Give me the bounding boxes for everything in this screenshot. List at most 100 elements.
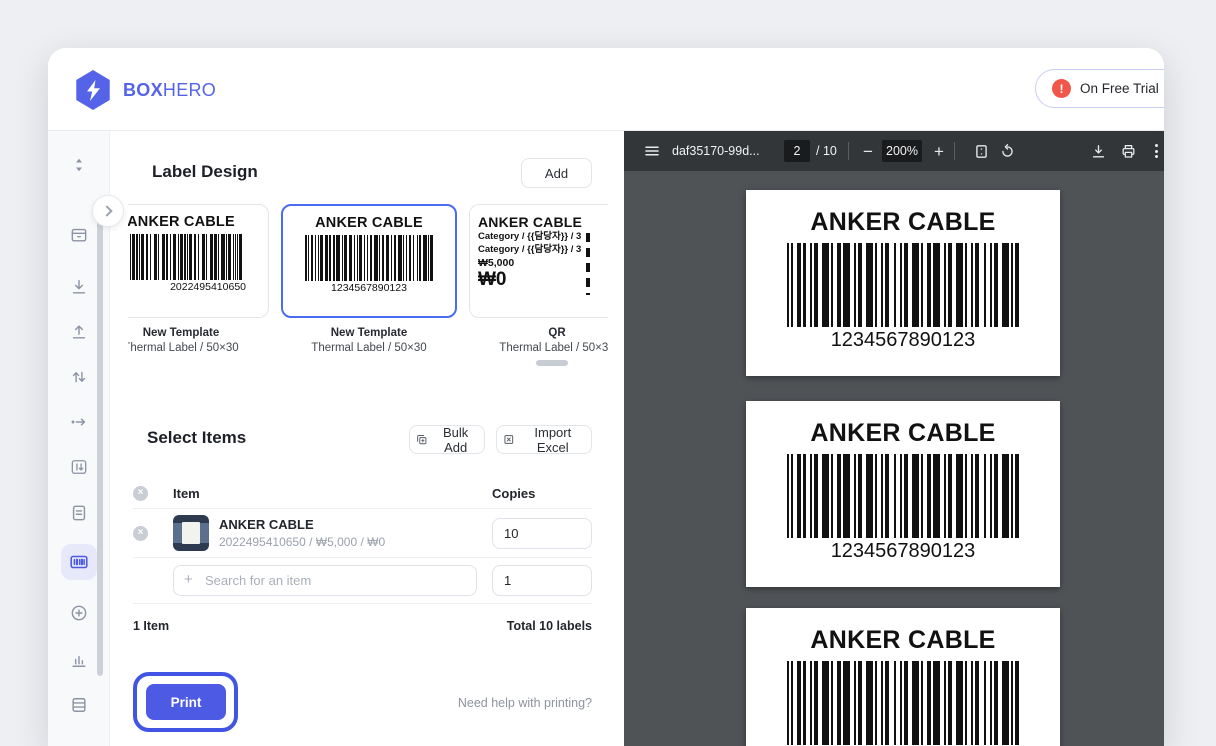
- select-items-title: Select Items: [147, 428, 246, 448]
- items-box-icon[interactable]: [65, 221, 93, 249]
- new-copies-input[interactable]: [492, 565, 592, 596]
- barcode-image: [297, 235, 441, 281]
- panel-scrollbar[interactable]: [97, 200, 103, 676]
- remove-item-icon[interactable]: ×: [133, 526, 148, 541]
- qr-code-fragment: [586, 233, 590, 295]
- barcode-image: [772, 661, 1034, 745]
- add-template-button[interactable]: Add: [521, 158, 592, 188]
- zoom-in-button[interactable]: +: [929, 131, 949, 171]
- template-card[interactable]: ANKER CABLE Category / {{담당자}} / 3 Categ…: [469, 204, 608, 354]
- label-print-panel: Label Design Add ANKER CABLE 20224954106…: [110, 131, 624, 746]
- table-header-row: × Item Copies: [133, 478, 592, 509]
- column-copies: Copies: [492, 486, 592, 501]
- bulk-add-icon: [416, 433, 427, 446]
- summary-row: 1 Item Total 10 labels: [133, 604, 592, 633]
- barcode-image: [128, 234, 254, 280]
- label-page: ANKER CABLE 1234567890123: [746, 608, 1060, 746]
- print-button[interactable]: Print: [146, 684, 226, 720]
- template-title: ANKER CABLE: [291, 215, 447, 231]
- template-card-selected[interactable]: ANKER CABLE 1234567890123 New Template T…: [281, 204, 457, 354]
- template-spec: Thermal Label / 50×30: [128, 342, 269, 354]
- template-name: QR: [469, 327, 608, 339]
- item-details: 2022495410650 / ₩5,000 / ₩0: [219, 535, 385, 549]
- import-excel-button[interactable]: Import Excel: [496, 425, 592, 454]
- download-button[interactable]: [1086, 131, 1110, 171]
- add-item-row: +: [133, 558, 592, 604]
- template-carousel: ANKER CABLE 2022495410650 New Template T…: [128, 204, 608, 364]
- search-plus-icon: +: [184, 572, 193, 588]
- toolbar-separator: [848, 142, 849, 160]
- app-header: BOXHERO ! On Free Trial: [48, 48, 1164, 131]
- zoom-out-button[interactable]: −: [858, 131, 878, 171]
- label-total: Total 10 labels: [507, 619, 592, 633]
- print-pdf-button[interactable]: [1116, 131, 1140, 171]
- barcode-image: [772, 454, 1034, 538]
- pdf-menu-icon[interactable]: [640, 131, 664, 171]
- import-excel-label: Import Excel: [521, 425, 585, 455]
- barcode-number: 1234567890123: [291, 282, 447, 294]
- move-stock-icon[interactable]: [65, 408, 93, 436]
- rotate-button[interactable]: [995, 131, 1019, 171]
- label-title: ANKER CABLE: [746, 626, 1060, 655]
- column-item: Item: [173, 486, 492, 501]
- excel-icon: [503, 433, 515, 446]
- template-spec: Thermal Label / 50×30: [281, 342, 457, 354]
- boxhero-logo-icon: [74, 70, 112, 110]
- trial-label: On Free Trial: [1080, 81, 1159, 96]
- purchase-sales-icon[interactable]: [65, 599, 93, 627]
- label-title: ANKER CABLE: [746, 419, 1060, 448]
- more-options-button[interactable]: [1146, 131, 1164, 171]
- label-design-title: Label Design: [152, 162, 258, 182]
- template-name: New Template: [128, 327, 269, 339]
- data-center-icon[interactable]: [65, 691, 93, 719]
- brand-text: BOXHERO: [123, 80, 216, 101]
- barcode-number: 1234567890123: [746, 329, 1060, 352]
- pdf-preview: daf35170-99d... 2 / 10 − 200% +: [624, 131, 1164, 746]
- label-title: ANKER CABLE: [746, 208, 1060, 237]
- adjust-stock-icon[interactable]: [65, 363, 93, 391]
- pdf-toolbar: daf35170-99d... 2 / 10 − 200% +: [624, 131, 1164, 171]
- toolbar-separator: [954, 142, 955, 160]
- template-spec: Thermal Label / 50×30: [469, 342, 608, 354]
- template-name: New Template: [281, 327, 457, 339]
- pdf-filename: daf35170-99d...: [672, 131, 760, 171]
- trial-warning-icon: !: [1052, 79, 1071, 98]
- barcode-number: 1234567890123: [746, 540, 1060, 563]
- bulk-add-label: Bulk Add: [433, 425, 478, 455]
- pdf-canvas[interactable]: ANKER CABLE 1234567890123 ANKER CABLE 12…: [624, 171, 1164, 746]
- app-window: BOXHERO ! On Free Trial: [48, 48, 1164, 746]
- fit-page-button[interactable]: [969, 131, 993, 171]
- stocktaking-icon[interactable]: [65, 453, 93, 481]
- clear-all-icon[interactable]: ×: [133, 486, 148, 501]
- label-page: ANKER CABLE 1234567890123: [746, 401, 1060, 587]
- brand-light: HERO: [163, 80, 216, 100]
- barcode-number: 2022495410650: [128, 281, 260, 293]
- item-row: × ANKER CABLE 2022495410650 / ₩5,000 / ₩…: [133, 509, 592, 558]
- printing-help-link[interactable]: Need help with printing?: [458, 696, 592, 710]
- carousel-scroll-thumb[interactable]: [536, 360, 568, 366]
- print-barcode-icon[interactable]: [61, 544, 97, 580]
- expand-panel-button[interactable]: [92, 195, 124, 227]
- template-title: ANKER CABLE: [478, 214, 608, 230]
- page-total: / 10: [816, 131, 837, 171]
- barcode-image: [772, 243, 1034, 327]
- template-card[interactable]: ANKER CABLE 2022495410650 New Template T…: [128, 204, 269, 354]
- analytics-icon[interactable]: [65, 646, 93, 674]
- label-page: ANKER CABLE 1234567890123: [746, 190, 1060, 376]
- item-search-input[interactable]: [173, 565, 477, 596]
- page-number-input[interactable]: 2: [784, 131, 810, 171]
- copies-input[interactable]: [492, 518, 592, 549]
- items-table: × Item Copies × ANKER CABLE 202249541065…: [133, 478, 592, 633]
- stock-in-icon[interactable]: [65, 273, 93, 301]
- boxhero-logo[interactable]: BOXHERO: [74, 70, 216, 110]
- bulk-add-button[interactable]: Bulk Add: [409, 425, 485, 454]
- collapse-menu-icon[interactable]: [65, 151, 93, 179]
- template-title: ANKER CABLE: [128, 214, 260, 230]
- trial-status-pill[interactable]: ! On Free Trial: [1035, 69, 1164, 108]
- transactions-icon[interactable]: [65, 499, 93, 527]
- brand-bold: BOX: [123, 80, 163, 100]
- item-name: ANKER CABLE: [219, 517, 385, 532]
- zoom-level[interactable]: 200%: [882, 131, 922, 171]
- item-thumbnail: [173, 515, 209, 551]
- stock-out-icon[interactable]: [65, 318, 93, 346]
